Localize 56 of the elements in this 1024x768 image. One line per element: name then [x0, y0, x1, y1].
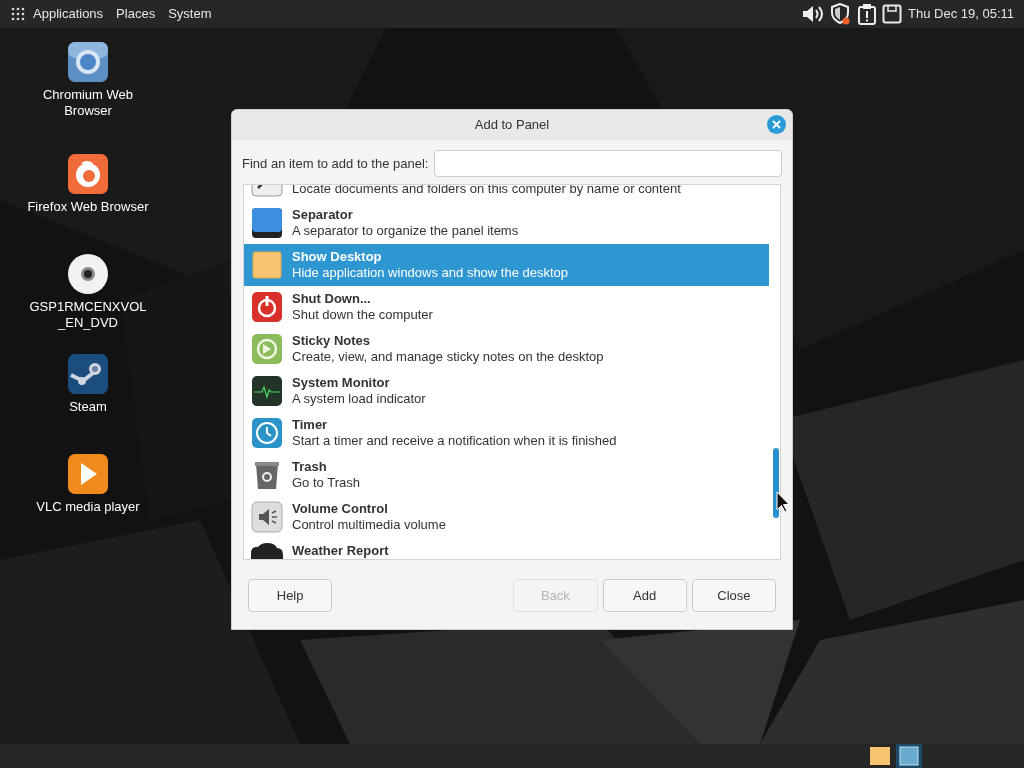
speaker-icon [251, 501, 283, 533]
browser-icon[interactable] [67, 41, 109, 83]
list-item[interactable]: Separator A separator to organize the panel items [244, 202, 769, 244]
dialog-button[interactable]: Close [691, 579, 776, 612]
play-icon[interactable] [67, 453, 109, 495]
window-title: Add to Panel [474, 116, 550, 135]
clipboard-alert-icon[interactable] [857, 3, 877, 25]
item-title: System Monitor [292, 375, 391, 391]
list-item[interactable]: Trash Go to Trash [244, 454, 769, 496]
volume-icon[interactable] [801, 4, 825, 24]
power-icon [251, 291, 283, 323]
list-item[interactable]: Volume Control Control multimedia volume [244, 496, 769, 538]
item-title: Sticky Notes [292, 333, 372, 349]
list-item[interactable]: Timer Start a timer and receive a notification when it is finished [244, 412, 769, 454]
desktop-icon [251, 249, 283, 281]
item-title: Separator [292, 207, 354, 223]
desktop-icon-label[interactable]: GSP1RMCENXVOL_EN_DVD [27, 299, 149, 331]
clock[interactable]: Thu Dec 19, 05:11 [908, 4, 1014, 24]
item-title: Shut Down... [292, 291, 372, 307]
item-title: Timer [292, 417, 329, 433]
item-description: Create, view, and manage sticky notes on the desktop [292, 349, 604, 365]
item-title: Weather Report [292, 543, 389, 559]
sticky-notes-icon [251, 333, 283, 365]
disc-icon[interactable] [67, 253, 109, 295]
apps-grid-icon[interactable] [11, 7, 25, 21]
item-title: Show Desktop [292, 249, 383, 265]
search-field[interactable] [434, 150, 782, 177]
desktop-icon-label[interactable]: Firefox Web Browser [13, 199, 163, 215]
item-description: Go to Trash [292, 475, 360, 491]
item-description: A system load indicator [292, 391, 426, 407]
clock-icon [251, 417, 283, 449]
shield-icon[interactable] [830, 3, 852, 25]
desktop-icon-label[interactable]: Steam [13, 399, 163, 415]
menu-item[interactable]: Places [116, 4, 156, 24]
list-item[interactable]: Sticky Notes Create, view, and manage sticky notes on the desktop [244, 328, 769, 370]
separator-icon [251, 207, 283, 239]
menu-item[interactable]: System [168, 4, 212, 24]
item-description: Shut down the computer [292, 307, 433, 323]
list-item[interactable]: Weather Report [244, 538, 769, 559]
item-title: Trash [292, 459, 328, 475]
dialog-button[interactable]: Help [248, 579, 333, 612]
item-description: Hide application windows and show the desktop [292, 265, 569, 281]
item-description: A separator to organize the panel items [292, 223, 519, 239]
search-label: Find an item to add to the panel: [242, 154, 429, 173]
item-title: Volume Control [292, 501, 389, 517]
desktop-icon-label[interactable]: Chromium Web Browser [33, 87, 143, 119]
menu-item[interactable]: Applications [33, 4, 104, 24]
dialog-button[interactable]: Add [602, 579, 687, 612]
desktop-icon-label[interactable]: VLC media player [13, 499, 163, 515]
item-description: Control multimedia volume [292, 517, 446, 533]
close-icon[interactable] [767, 115, 786, 134]
list-item[interactable]: System Monitor A system load indicator [244, 370, 769, 412]
list-item[interactable]: Shut Down... Shut down the computer [244, 286, 769, 328]
item-description: Start a timer and receive a notification when it is finished [292, 433, 617, 449]
taskbar-button[interactable] [896, 744, 922, 768]
monitor-icon [251, 375, 283, 407]
